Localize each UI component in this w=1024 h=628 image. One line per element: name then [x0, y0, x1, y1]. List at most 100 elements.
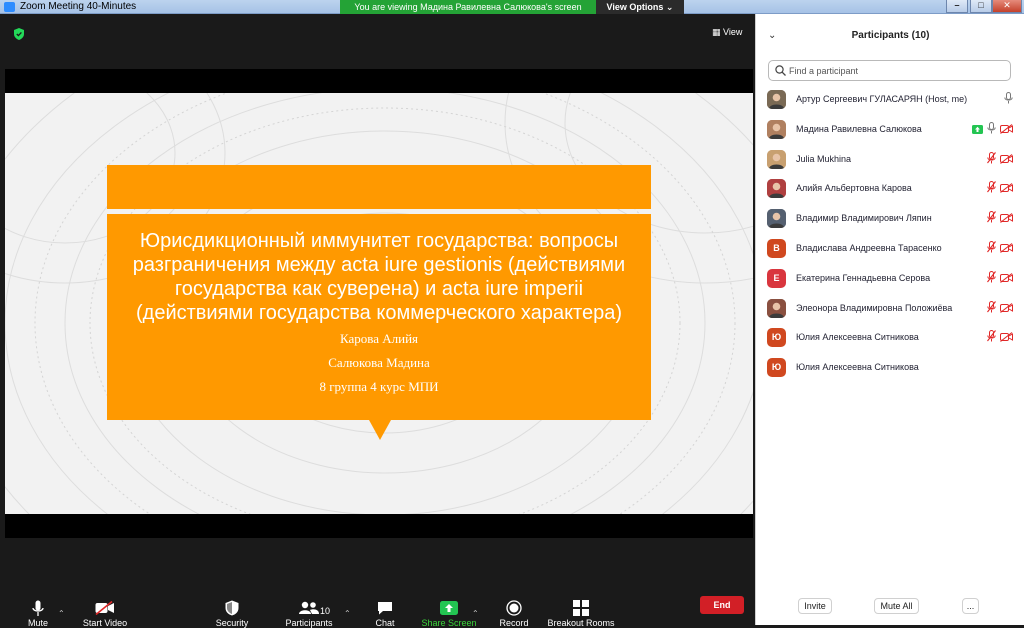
meeting-area: ▦ View Юрисдикционный иммунитет государс… [0, 14, 755, 628]
start-video-button[interactable]: Start Video [65, 599, 145, 628]
slide-title-bar [107, 165, 651, 209]
slide-author-1: Карова Алийя [339, 331, 419, 346]
microphone-muted-icon [987, 180, 996, 198]
microphone-muted-icon [987, 329, 996, 347]
participant-search-input[interactable] [789, 63, 1004, 79]
letterbox-top [5, 69, 753, 93]
participant-status-icons [987, 270, 1013, 288]
participant-name: Артур Сергеевич ГУЛАСАРЯН (Host, me) [796, 94, 968, 104]
microphone-icon [1004, 91, 1013, 109]
participant-name: Екатерина Геннадьевна Серова [796, 272, 931, 283]
participant-row[interactable]: Мадина Равилевна Салюкова [756, 115, 1024, 145]
participant-status-icons [987, 300, 1013, 318]
video-off-icon [1000, 180, 1013, 198]
breakout-rooms-icon [571, 599, 591, 617]
video-off-icon [1000, 329, 1013, 347]
video-off-icon [1000, 121, 1013, 139]
grid-icon: ▦ [712, 27, 721, 37]
security-shield-icon [222, 599, 242, 617]
video-off-icon [1000, 151, 1013, 169]
more-options-button[interactable]: ... [962, 598, 979, 614]
slide-author-2: Салюкова Мадина [328, 355, 430, 370]
view-label: View [723, 27, 743, 37]
view-button[interactable]: ▦ View [712, 27, 742, 38]
participants-panel: ⌄ Participants (10) Артур Сергеевич ГУЛА… [755, 14, 1024, 625]
participants-icon [299, 599, 319, 617]
participant-status-icons [1004, 91, 1013, 109]
viewing-screen-banner: You are viewing Мадина Равилевна Салюков… [340, 0, 596, 14]
shield-icon[interactable] [14, 28, 24, 40]
participant-name: Юлия Алексеевна Ситникова [796, 332, 919, 343]
record-icon [504, 599, 524, 617]
participant-row[interactable]: В Владислава Андреевна Тарасенко [756, 234, 1024, 264]
participant-search-box[interactable] [768, 60, 1011, 81]
microphone-muted-icon [987, 270, 996, 288]
letterbox-bottom [5, 514, 753, 538]
participant-name: Владислава Андреевна Тарасенко [796, 243, 942, 253]
view-options-button[interactable]: View Options ⌄ [596, 0, 684, 14]
zoom-app-icon [4, 2, 15, 12]
meeting-toolbar: Mute ⌃ Start Video Security Participants… [0, 538, 755, 628]
video-off-icon [1000, 270, 1013, 288]
participants-title: Participants (10) [851, 30, 930, 41]
breakout-rooms-button[interactable]: Breakout Rooms [541, 599, 621, 628]
share-screen-icon [439, 599, 459, 617]
start-video-label: Start Video [82, 618, 128, 628]
avatar: Ю [767, 328, 786, 348]
security-label: Security [215, 618, 249, 628]
microphone-muted-icon [987, 151, 996, 169]
participant-row[interactable]: Владимир Владимирович Ляпин [756, 204, 1024, 234]
view-options-label: View Options [606, 2, 664, 12]
microphone-muted-icon [987, 300, 996, 318]
avatar [767, 119, 786, 139]
participant-row[interactable]: Элеонора Владимировна Положиёва [756, 294, 1024, 324]
avatar [767, 209, 786, 229]
slide-group: 8 группа 4 курс МПИ [319, 379, 439, 394]
chevron-down-icon: ⌄ [665, 2, 674, 12]
video-off-icon [1000, 210, 1013, 228]
avatar [767, 298, 786, 318]
participant-name: Мадина Равилевна Салюкова [796, 123, 922, 134]
mute-options-caret[interactable]: ⌃ [58, 609, 65, 618]
microphone-muted-icon [987, 240, 996, 258]
slide-heading: Юрисдикционный иммунитет государства: во… [132, 230, 626, 324]
participant-name: Юлия Алексеевна Ситникова [796, 362, 919, 373]
participants-button[interactable]: Participants [269, 599, 349, 628]
avatar: Ю [767, 358, 786, 378]
end-meeting-button[interactable]: End [700, 596, 744, 614]
participant-status-icons [987, 151, 1013, 169]
close-window-button[interactable]: ✕ [992, 0, 1022, 13]
participant-row[interactable]: Артур Сергеевич ГУЛАСАРЯН (Host, me) [756, 85, 1024, 115]
security-button[interactable]: Security [192, 599, 272, 628]
avatar [767, 179, 786, 199]
participant-row[interactable]: Е Екатерина Геннадьевна Серова [756, 264, 1024, 294]
slide-content-box: Юрисдикционный иммунитет государства: во… [107, 214, 651, 420]
participant-row[interactable]: Алийя Альбертовна Карова [756, 174, 1024, 204]
minimize-button[interactable]: – [946, 0, 968, 13]
participant-status-icons [987, 210, 1013, 228]
slide-callout-pointer [369, 420, 391, 440]
sharing-screen-icon [972, 121, 983, 139]
participant-name: Julia Mukhina [796, 153, 852, 164]
chat-bubble-icon [375, 599, 395, 617]
mute-all-button[interactable]: Mute All [874, 598, 919, 614]
participants-header: ⌄ Participants (10) [756, 14, 1024, 56]
microphone-icon [987, 121, 996, 139]
microphone-icon [28, 599, 48, 617]
window-title: Zoom Meeting 40-Minutes [20, 1, 137, 12]
participant-row[interactable]: Ю Юлия Алексеевна Ситникова [756, 353, 1024, 383]
video-off-icon [95, 599, 115, 617]
participant-row[interactable]: Ю Юлия Алексеевна Ситникова [756, 323, 1024, 353]
participant-status-icons [972, 121, 1013, 139]
microphone-muted-icon [987, 210, 996, 228]
participant-status-icons [987, 329, 1013, 347]
participant-status-icons [987, 240, 1013, 258]
maximize-button[interactable]: □ [970, 0, 992, 13]
participant-status-icons [987, 180, 1013, 198]
search-icon [775, 65, 786, 76]
invite-button[interactable]: Invite [798, 598, 832, 614]
participant-row[interactable]: Julia Mukhina [756, 145, 1024, 175]
participants-label: Participants [285, 618, 333, 628]
shared-screen-slide: Юрисдикционный иммунитет государства: во… [5, 93, 753, 514]
avatar [767, 90, 786, 109]
